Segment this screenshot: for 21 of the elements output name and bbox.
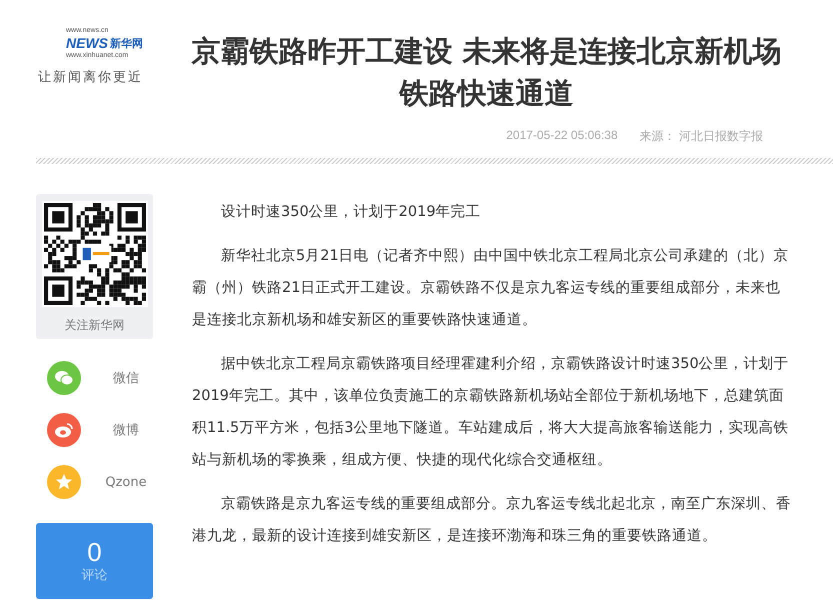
article-paragraph: 设计时速350公里，计划于2019年完工 — [220, 202, 482, 222]
comment-button[interactable]: 0 评论 — [36, 523, 153, 599]
share-button[interactable]: Qzone — [47, 465, 153, 499]
article-paragraph: 据中铁北京工程局京霸铁路项目经理霍建利介绍，京霸铁路设计时速350公里，计划于2019年完工。其中，该单位负责施工的京霸铁路新机场站全部位于新机场地下，总建筑面积11.5万平方米，包括3公里地下隧道。车站建成后，将大大提高旅客输送能力，实现高铁站与新机场的零换乘，组成方便、快捷的现代化综合交通枢纽。 — [192, 354, 790, 470]
article-paragraph: 新华社北京5月21日电（记者齐中熙）由中国中铁北京工程局北京公司承建的（北）京霸（州）铁路21日正式开工建设。京霸铁路不仅是京九客运专线的重要组成部分，未来也是连接北京新机场和雄安新区的重要铁路快速通道。 — [192, 246, 790, 330]
comment-label: 评论 — [82, 567, 108, 584]
qr-caption: 关注新华网 — [64, 317, 124, 334]
star-icon — [55, 473, 73, 491]
publish-date: 2017-05-22 05:06:38 — [506, 128, 618, 144]
logo-brand-name: 新华网 — [110, 37, 143, 51]
logo-slogan: 让新闻离你更近 — [38, 69, 144, 86]
article-source: 来源： 河北日报数字报 — [640, 128, 763, 145]
share-button[interactable]: 微博 — [47, 413, 153, 447]
share-button[interactable]: 微信 — [47, 361, 153, 395]
article-paragraph: 京霸铁路是京九客运专线的重要组成部分。京九客运专线北起北京，南至广东深圳、香港九龙，最新的设计连接到雄安新区，是连接环渤海和珠三角的重要铁路通道。 — [192, 494, 792, 546]
comment-count: 0 — [87, 538, 102, 566]
article-title: 京霸铁路昨开工建设 未来将是连接北京新机场 — [191, 33, 782, 70]
chat-bubbles-icon — [54, 370, 74, 386]
logo-wordmark: NEWS — [66, 35, 108, 51]
weibo-icon — [54, 422, 74, 438]
article-title: 铁路快速通道 — [400, 75, 574, 112]
